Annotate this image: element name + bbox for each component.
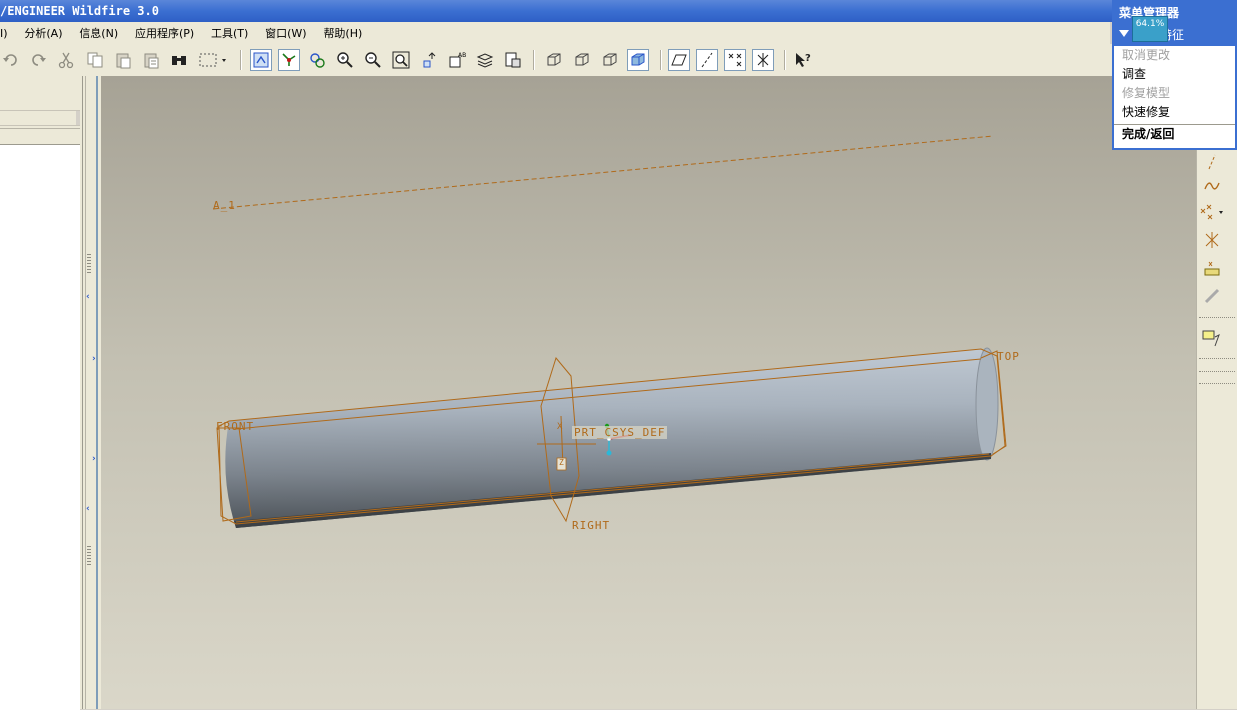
refit-icon[interactable] <box>390 49 412 71</box>
reorient-icon[interactable] <box>418 49 440 71</box>
toolbar-separator <box>660 50 662 70</box>
menu-item-undo-changes[interactable]: 取消更改 <box>1114 46 1235 65</box>
collapse-left-icon[interactable]: ‹ <box>86 504 90 514</box>
orient-mode-icon[interactable] <box>306 49 328 71</box>
toolbar-separator <box>533 50 535 70</box>
collapse-triangle-icon[interactable] <box>1119 30 1129 37</box>
menu-item-window[interactable]: 窗口(W) <box>265 23 306 45</box>
progress-indicator: 64.1% <box>1132 16 1168 42</box>
panel-tab-strip <box>0 110 80 126</box>
datum-axis-tool-icon[interactable] <box>1199 150 1225 174</box>
title-bar: /ENGINEER Wildfire 3.0 <box>0 0 1237 22</box>
cut-icon[interactable] <box>55 49 77 71</box>
find-icon[interactable] <box>168 49 190 71</box>
menu-item-help[interactable]: 帮助(H) <box>323 23 362 45</box>
panel-sash[interactable]: ‹ › › ‹ <box>83 76 101 709</box>
copy-icon[interactable] <box>84 49 106 71</box>
sash-grip[interactable] <box>87 254 91 274</box>
expand-right-icon[interactable]: › <box>92 354 96 364</box>
datum-csys-tool-icon[interactable] <box>1199 228 1225 252</box>
undo-icon[interactable] <box>0 49 22 71</box>
toolbar-separator <box>1199 371 1235 372</box>
menu-item-tools[interactable]: 工具(T) <box>211 23 248 45</box>
model-tree-panel <box>0 76 83 710</box>
zoom-in-icon[interactable] <box>334 49 356 71</box>
menu-bar: I) 分析(A) 信息(N) 应用程序(P) 工具(T) 窗口(W) 帮助(H) <box>0 22 1110 44</box>
paste-special-icon[interactable] <box>140 49 162 71</box>
datum-axes-icon[interactable] <box>696 49 718 71</box>
panel-divider <box>0 128 80 129</box>
datum-planes-icon[interactable] <box>668 49 690 71</box>
redo-icon[interactable] <box>27 49 49 71</box>
datum-points-icon[interactable] <box>724 49 746 71</box>
menu-item-edit[interactable]: I) <box>0 23 8 45</box>
label-datum-top: TOP <box>997 350 1020 363</box>
select-box-icon[interactable] <box>196 49 230 71</box>
view-manager-icon[interactable] <box>502 49 524 71</box>
collapse-left-icon[interactable]: ‹ <box>86 292 90 302</box>
paste-icon[interactable] <box>112 49 134 71</box>
main-toolbar: AB ? <box>0 44 1237 77</box>
context-help-icon[interactable]: ? <box>792 49 814 71</box>
menu-item-done-return[interactable]: 完成/返回 <box>1114 124 1235 144</box>
repaint-icon[interactable] <box>250 49 272 71</box>
annotation-tool-icon[interactable] <box>1199 326 1225 350</box>
menu-item-info[interactable]: 信息(N) <box>79 23 118 45</box>
graphics-window[interactable]: A_1 TOP FRONT PRT_CSYS_DEF RIGHT X Z <box>101 76 1196 709</box>
datum-toolbar <box>1196 150 1237 709</box>
label-csys-x: X <box>557 422 564 432</box>
toolbar-separator <box>1199 358 1235 359</box>
menu-manager: 菜单管理器 求解特征 64.1% 取消更改 调查 修复模型 快速修复 完成/返回 <box>1112 0 1237 150</box>
menu-item-quick-fix[interactable]: 快速修复 <box>1114 103 1235 122</box>
menu-item-investigate[interactable]: 调查 <box>1114 65 1235 84</box>
toolbar-separator <box>1199 383 1235 384</box>
zoom-out-icon[interactable] <box>362 49 384 71</box>
link-tool-icon[interactable] <box>1199 284 1225 308</box>
model-tree-area[interactable] <box>0 144 80 710</box>
cylinder-end-face[interactable] <box>975 347 999 461</box>
shading-icon[interactable] <box>627 49 649 71</box>
menu-item-applications[interactable]: 应用程序(P) <box>135 23 194 45</box>
toolbar-separator <box>240 50 242 70</box>
window-title: /ENGINEER Wildfire 3.0 <box>0 4 159 18</box>
model-canvas[interactable] <box>101 76 1196 709</box>
label-csys-z: Z <box>559 458 565 467</box>
sketch-curve-icon[interactable] <box>1199 174 1225 198</box>
svg-text:?: ? <box>805 53 811 64</box>
toolbar-separator <box>784 50 786 70</box>
analysis-feature-icon[interactable] <box>1199 256 1225 280</box>
menu-item-analysis[interactable]: 分析(A) <box>24 23 62 45</box>
coord-sys-icon[interactable] <box>752 49 774 71</box>
sash-grip[interactable] <box>87 546 91 566</box>
no-hidden-icon[interactable] <box>599 49 621 71</box>
menu-item-fix-model[interactable]: 修复模型 <box>1114 84 1235 103</box>
toolbar-separator <box>1199 317 1235 318</box>
datum-axis-line[interactable] <box>212 135 994 210</box>
label-axis-a1: A_1 <box>213 199 236 212</box>
svg-text:AB: AB <box>458 52 466 59</box>
datum-point-tool-icon[interactable] <box>1199 200 1225 224</box>
saved-views-icon[interactable]: AB <box>446 49 468 71</box>
hidden-line-icon[interactable] <box>571 49 593 71</box>
expand-right-icon[interactable]: › <box>92 454 96 464</box>
label-datum-front: FRONT <box>216 420 255 433</box>
wireframe-icon[interactable] <box>543 49 565 71</box>
spin-center-icon[interactable] <box>278 49 300 71</box>
label-datum-right: RIGHT <box>572 519 611 532</box>
label-csys: PRT_CSYS_DEF <box>572 426 668 439</box>
layers-icon[interactable] <box>474 49 496 71</box>
